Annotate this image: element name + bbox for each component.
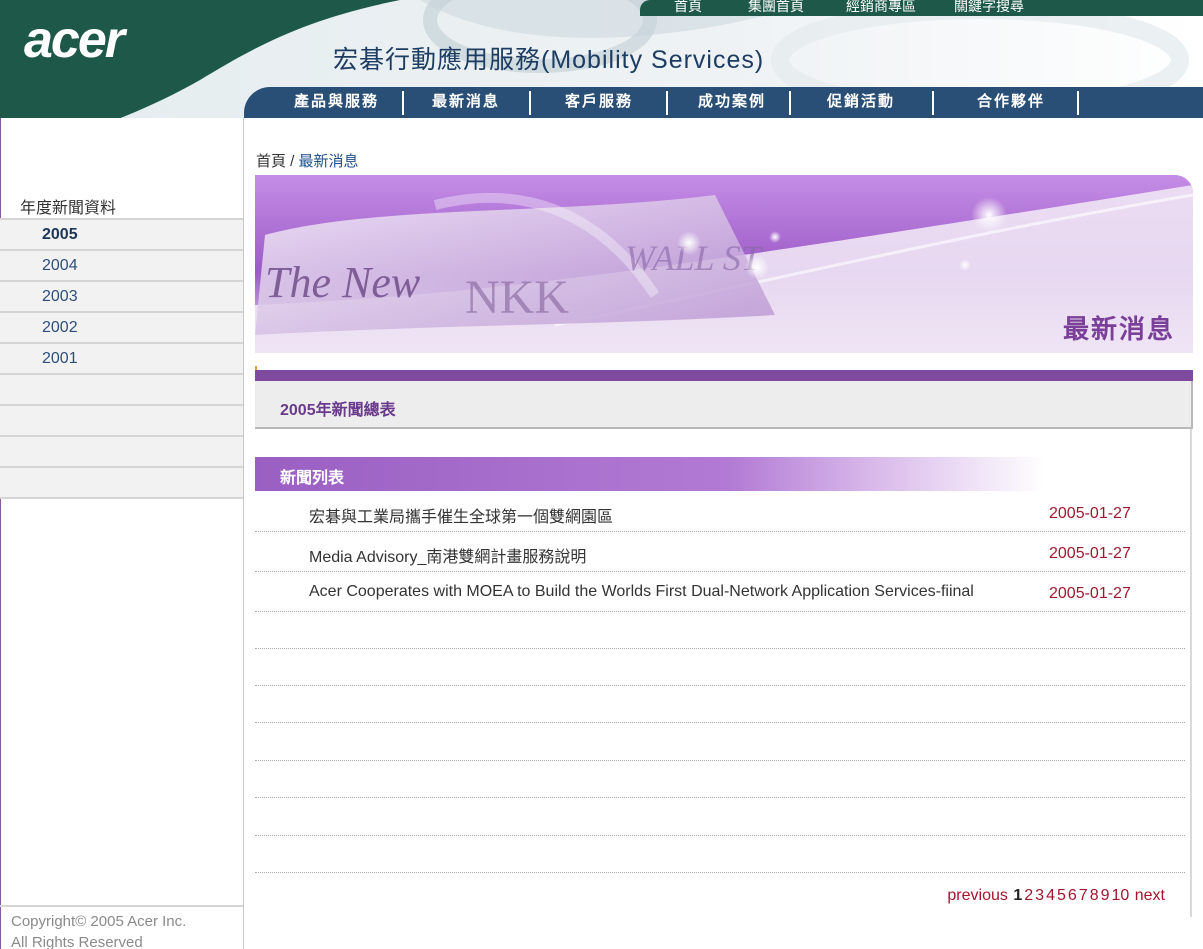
top-link-keyword-search[interactable]: 關鍵字搜尋: [954, 0, 1024, 14]
banner-newspaper-text: The New: [265, 258, 421, 307]
page-link-5[interactable]: 5: [1057, 887, 1066, 904]
page-link-2[interactable]: 2: [1024, 887, 1033, 904]
nav-item-products[interactable]: 產品與服務: [284, 87, 389, 118]
content-right-border: [1190, 429, 1192, 917]
news-row[interactable]: Media Advisory_南港雙網計畫服務說明 2005-01-27: [255, 534, 1185, 572]
sidebar-heading: 年度新聞資料: [20, 200, 117, 217]
page-link-6[interactable]: 6: [1068, 887, 1077, 904]
svg-text:NKK: NKK: [465, 271, 569, 324]
sidebar-item-2001[interactable]: 2001: [0, 342, 243, 373]
news-list-title: 新聞列表: [280, 470, 345, 487]
sidebar-item-2003[interactable]: 2003: [0, 280, 243, 311]
news-title-link[interactable]: Media Advisory_南港雙網計畫服務說明: [309, 543, 586, 567]
site-header: acer 首頁 集團首頁 經銷商專區 關鍵字搜尋 宏碁行動應用服務(Mobili…: [0, 0, 1203, 118]
top-link-dealer[interactable]: 經銷商專區: [846, 0, 916, 14]
empty-news-row: [255, 685, 1185, 686]
sidebar-item-label: 2004: [42, 257, 78, 274]
section-accent-bar: [255, 370, 1193, 381]
acer-logo[interactable]: acer: [24, 10, 125, 70]
site-title: 宏碁行動應用服務(Mobility Services): [333, 46, 765, 74]
news-title-link[interactable]: Acer Cooperates with MOEA to Build the W…: [309, 583, 974, 601]
sidebar-item-2004[interactable]: 2004: [0, 249, 243, 280]
copyright-line: Copyright© 2005 Acer Inc.: [11, 913, 187, 930]
nav-item-partners[interactable]: 合作夥伴: [956, 87, 1066, 118]
nav-item-customer-service[interactable]: 客戶服務: [544, 87, 654, 118]
page-link-3[interactable]: 3: [1035, 887, 1044, 904]
copyright-text: Copyright© 2005 Acer Inc. All Rights Res…: [11, 911, 186, 949]
top-link-home[interactable]: 首頁: [674, 0, 702, 14]
empty-news-row: [255, 872, 1185, 873]
page-link-4[interactable]: 4: [1046, 887, 1055, 904]
empty-news-row: [255, 722, 1185, 723]
breadcrumb-home[interactable]: 首頁: [256, 153, 286, 170]
breadcrumb-separator: /: [286, 153, 299, 170]
nav-separator: [402, 91, 404, 115]
breadcrumb-current[interactable]: 最新消息: [299, 153, 359, 170]
news-list-header: 新聞列表: [255, 457, 1045, 491]
top-links-bar: 首頁 集團首頁 經銷商專區 關鍵字搜尋: [640, 0, 1203, 16]
page-link-9[interactable]: 9: [1101, 887, 1110, 904]
page-link-8[interactable]: 8: [1090, 887, 1099, 904]
sidebar-item-label: 2002: [42, 319, 78, 336]
breadcrumb: 首頁 / 最新消息: [256, 150, 359, 171]
page-link-10[interactable]: 10: [1112, 887, 1130, 904]
pagination-next[interactable]: next: [1135, 887, 1165, 904]
nav-item-news[interactable]: 最新消息: [416, 87, 516, 118]
rights-line: All Rights Reserved: [11, 934, 143, 949]
news-row[interactable]: Acer Cooperates with MOEA to Build the W…: [255, 574, 1185, 612]
empty-news-row: [255, 648, 1185, 649]
sidebar-divider: [243, 118, 244, 949]
page-link-1[interactable]: 1: [1013, 887, 1022, 904]
sidebar-empty-row: [0, 435, 243, 466]
sidebar-list-end: [0, 497, 243, 499]
sidebar-item-label: 2005: [42, 226, 78, 243]
year-summary-box: 2005年新聞總表: [255, 381, 1193, 429]
nav-separator: [666, 91, 668, 115]
newspaper-banner-image: The New NKK WALL ST: [255, 175, 1193, 353]
news-date: 2005-01-27: [1049, 505, 1131, 522]
news-row[interactable]: 宏碁與工業局攜手催生全球第一個雙網園區 2005-01-27: [255, 494, 1185, 532]
empty-news-row: [255, 760, 1185, 761]
top-link-group-home[interactable]: 集團首頁: [748, 0, 804, 14]
sidebar-footer-divider: [0, 905, 243, 907]
sidebar-empty-row: [0, 404, 243, 435]
sidebar-empty-row: [0, 373, 243, 404]
news-list-header-bg: [255, 457, 1045, 491]
banner-title: 最新消息: [1062, 314, 1175, 344]
pagination: previous 1 2 3 4 5 6 7 8 9 10 next: [947, 887, 1165, 905]
sidebar-item-2002[interactable]: 2002: [0, 311, 243, 342]
year-summary-title: 2005年新聞總表: [280, 402, 396, 419]
nav-item-promotions[interactable]: 促銷活動: [806, 87, 916, 118]
nav-separator: [529, 91, 531, 115]
sidebar-item-2005[interactable]: 2005: [0, 218, 243, 249]
nav-separator: [1077, 91, 1079, 115]
pagination-previous[interactable]: previous: [947, 887, 1007, 904]
news-date: 2005-01-27: [1049, 545, 1131, 562]
main-nav: 產品與服務 最新消息 客戶服務 成功案例 促銷活動 合作夥伴: [244, 87, 1203, 118]
nav-separator: [932, 91, 934, 115]
empty-news-row: [255, 797, 1185, 798]
news-date: 2005-01-27: [1049, 585, 1131, 602]
empty-news-row: [255, 835, 1185, 836]
nav-separator: [789, 91, 791, 115]
sidebar-item-label: 2001: [42, 350, 78, 367]
sidebar-empty-row: [0, 466, 243, 497]
news-title-link[interactable]: 宏碁與工業局攜手催生全球第一個雙網園區: [309, 503, 613, 527]
sidebar-item-label: 2003: [42, 288, 78, 305]
news-banner: The New NKK WALL ST 最新消息: [255, 175, 1193, 353]
nav-item-case-studies[interactable]: 成功案例: [678, 87, 786, 118]
page-link-7[interactable]: 7: [1079, 887, 1088, 904]
